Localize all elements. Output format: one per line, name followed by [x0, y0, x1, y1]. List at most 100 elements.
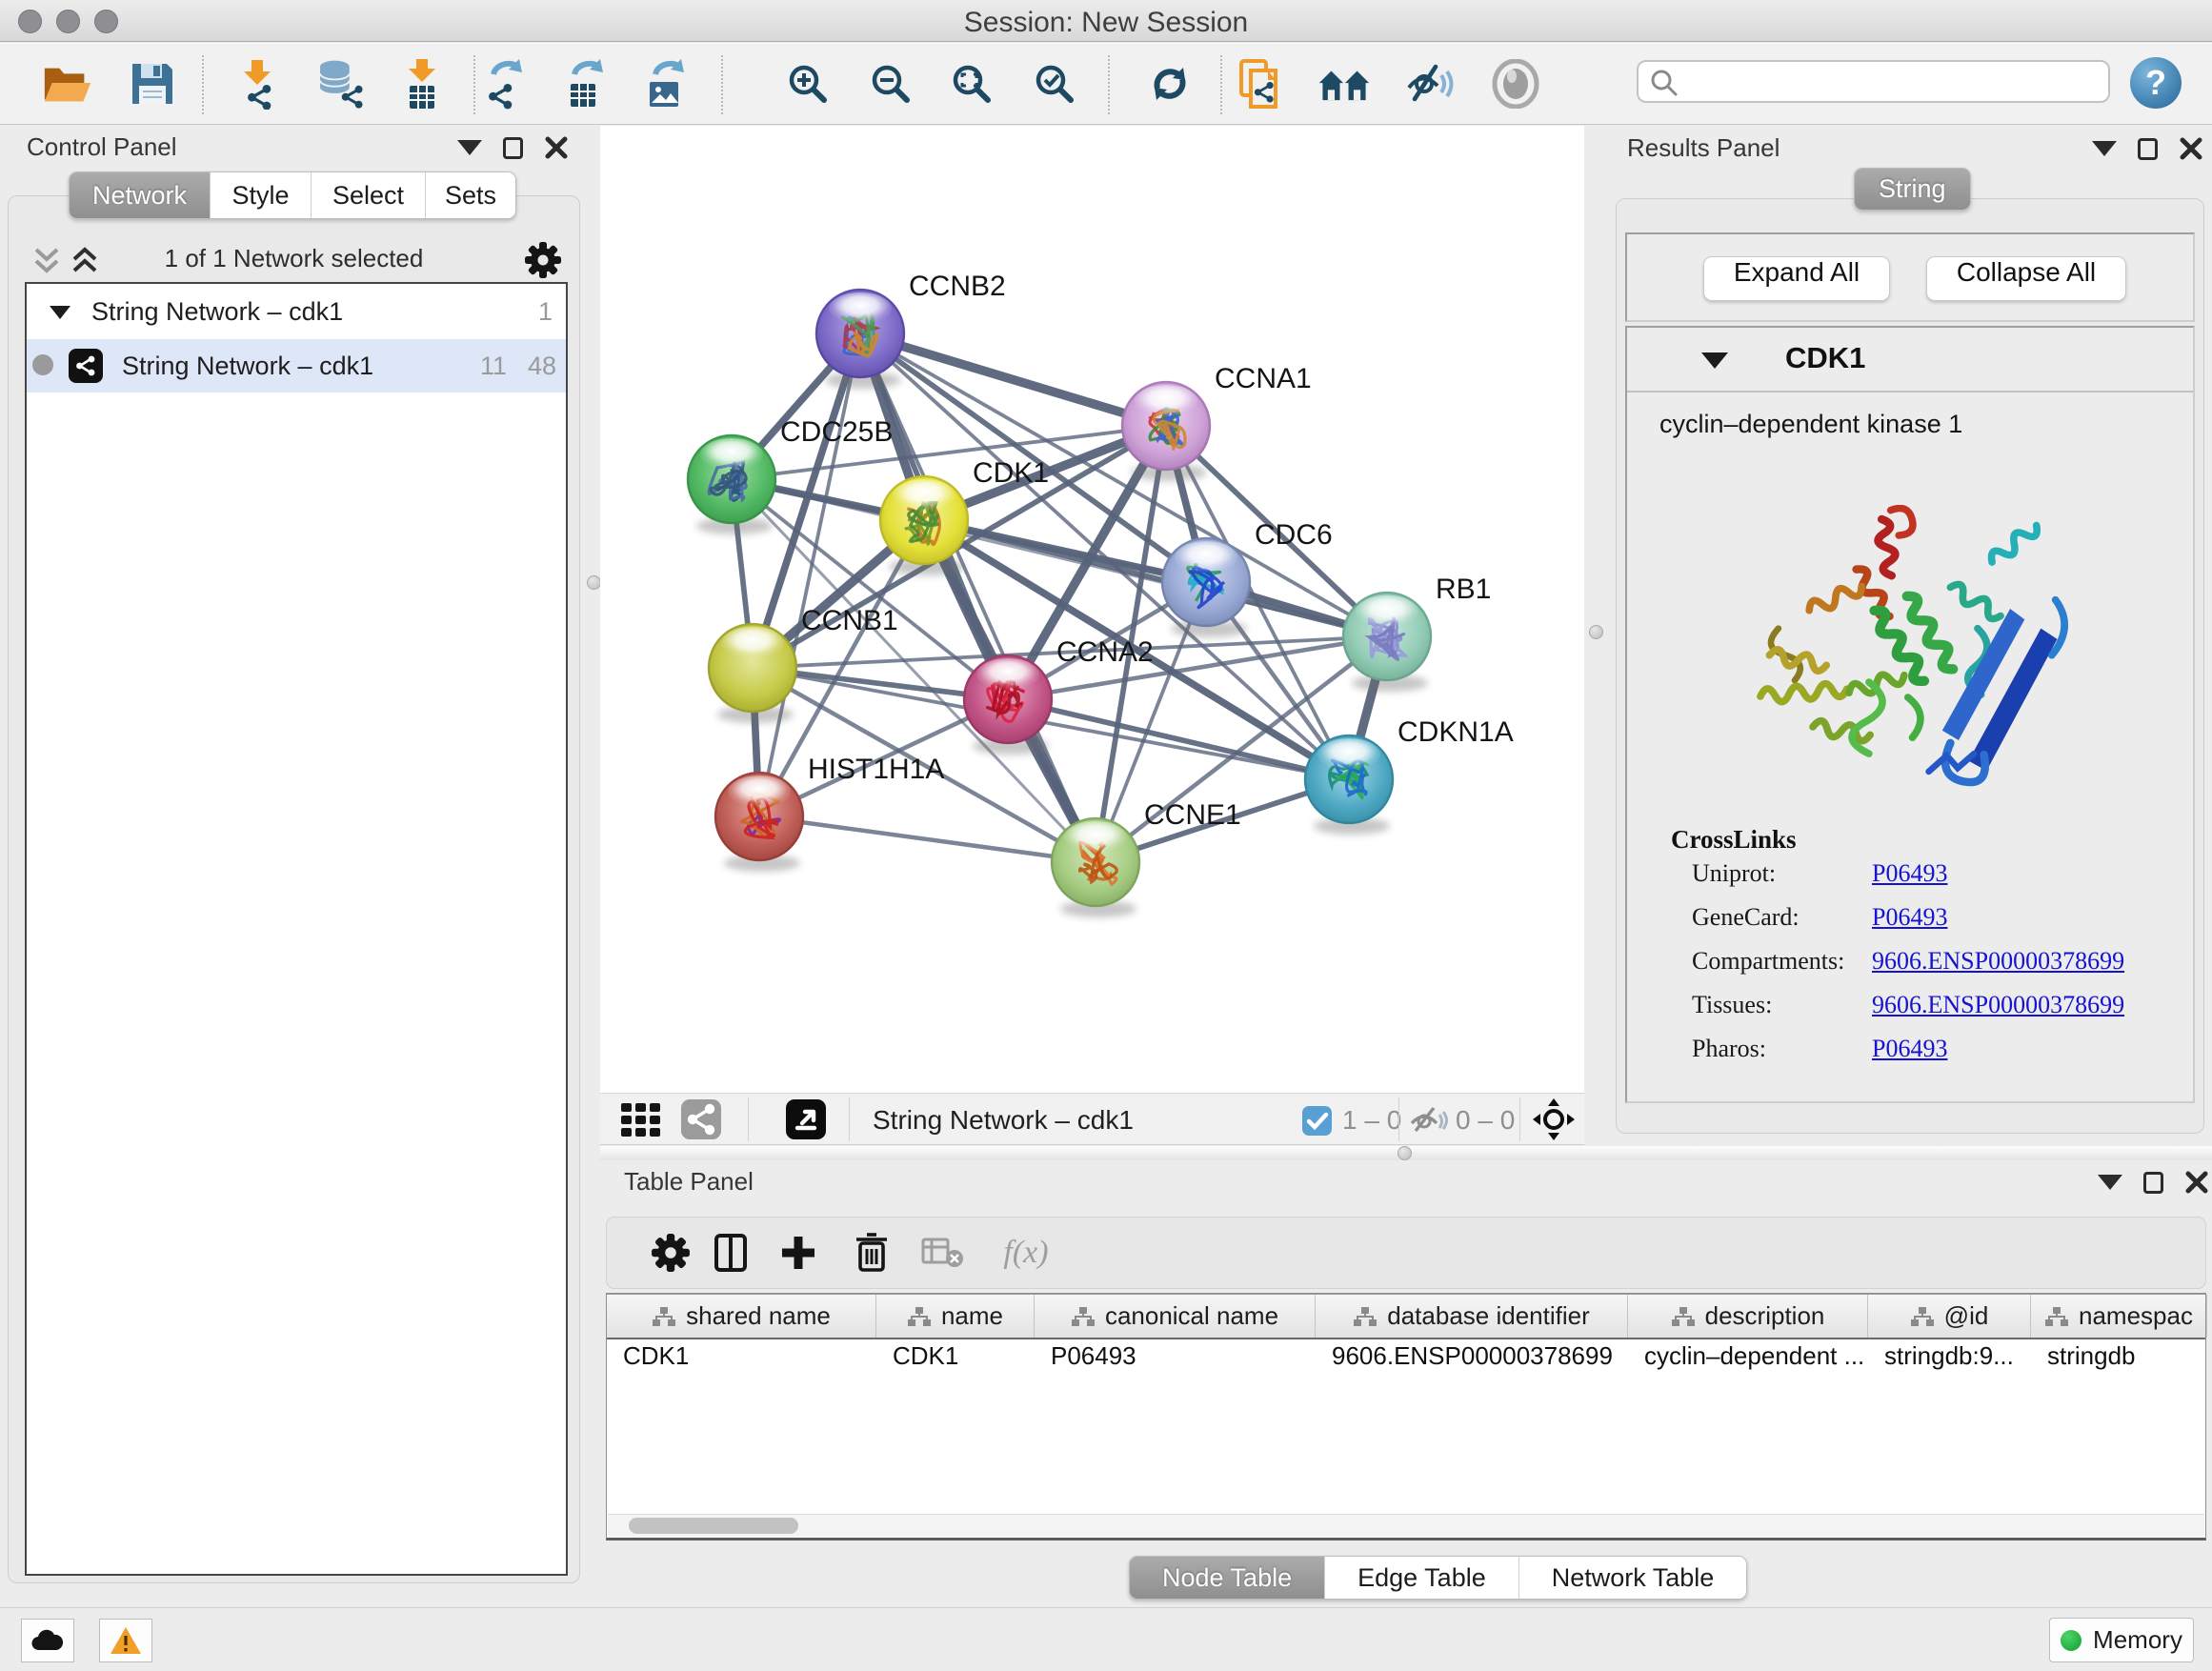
cell[interactable]: stringdb:9...: [1868, 1341, 2031, 1383]
refresh-icon[interactable]: [1143, 57, 1196, 111]
scrollbar-thumb[interactable]: [629, 1518, 798, 1534]
column-header--id[interactable]: @id: [1868, 1295, 2031, 1338]
panel-close-icon[interactable]: [544, 135, 569, 160]
edge-HIST1H1A-CCNE1[interactable]: [759, 816, 1096, 862]
tab-style[interactable]: Style: [210, 172, 311, 218]
memory-button[interactable]: Memory: [2049, 1618, 2194, 1662]
window-title: Session: New Session: [0, 7, 2212, 39]
cell[interactable]: CDK1: [876, 1341, 1035, 1383]
node-CCNE1[interactable]: CCNE1: [1051, 799, 1241, 917]
zoom-out-icon[interactable]: [864, 57, 917, 111]
help-button[interactable]: ?: [2130, 57, 2182, 109]
tree-root-count: 1: [538, 297, 553, 327]
crosslink-value-link[interactable]: P06493: [1872, 1035, 1947, 1063]
tab-select[interactable]: Select: [311, 172, 425, 218]
export-image-icon[interactable]: [640, 57, 694, 111]
results-close-icon[interactable]: [2179, 136, 2203, 161]
crosslink-value-link[interactable]: P06493: [1872, 903, 1947, 932]
results-collapse-icon[interactable]: [2092, 141, 2117, 156]
results-float-icon[interactable]: [2138, 138, 2158, 160]
preview-icon[interactable]: [1489, 57, 1542, 111]
bottom-splitter-handle[interactable]: [1398, 1146, 1412, 1160]
panel-collapse-icon[interactable]: [457, 140, 482, 155]
edge-CCNB2-CCNA1[interactable]: [860, 333, 1166, 426]
edge-CCNB2-HIST1H1A[interactable]: [759, 333, 860, 816]
column-header-description[interactable]: description: [1628, 1295, 1868, 1338]
table-settings-gear-icon[interactable]: [649, 1231, 693, 1275]
network-view[interactable]: CCNB2 CCNA1 CDC25B CDK1 CDC6 RB1: [600, 126, 1584, 1093]
results-entry-header[interactable]: CDK1: [1627, 328, 2193, 393]
table-float-icon[interactable]: [2143, 1172, 2163, 1194]
zoom-fit-icon[interactable]: [945, 57, 998, 111]
home-network-icon[interactable]: [1317, 57, 1371, 111]
save-session-icon[interactable]: [126, 57, 179, 111]
table-close-icon[interactable]: [2184, 1170, 2209, 1195]
collapse-all-button[interactable]: Collapse All: [1926, 256, 2126, 301]
fit-move-icon[interactable]: [1527, 1093, 1580, 1146]
export-network-icon[interactable]: [478, 57, 532, 111]
crosslink-value-link[interactable]: 9606.ENSP00000378699: [1872, 947, 2124, 976]
show-columns-icon[interactable]: [709, 1231, 753, 1275]
table-horizontal-scrollbar[interactable]: [608, 1514, 2204, 1537]
network-tree-root-row[interactable]: String Network – cdk1 1: [27, 286, 566, 339]
selected-checkbox-icon[interactable]: [1302, 1106, 1332, 1136]
function-builder-icon[interactable]: f(x): [988, 1231, 1064, 1275]
crosslink-value-link[interactable]: 9606.ENSP00000378699: [1872, 991, 2124, 1019]
export-view-icon[interactable]: [779, 1093, 833, 1146]
table-collapse-icon[interactable]: [2098, 1175, 2122, 1190]
import-table-icon[interactable]: [395, 57, 449, 111]
right-splitter-handle[interactable]: [1589, 625, 1603, 639]
import-database-icon[interactable]: [312, 57, 365, 111]
column-header-canonical-name[interactable]: canonical name: [1035, 1295, 1316, 1338]
cell[interactable]: cyclin–dependent ...: [1628, 1341, 1868, 1383]
options-gear-icon[interactable]: [524, 241, 562, 279]
node-CDKN1A[interactable]: CDKN1A: [1304, 716, 1514, 835]
delete-column-icon[interactable]: [850, 1231, 894, 1275]
left-splitter-handle[interactable]: [587, 575, 601, 590]
tab-edge-table[interactable]: Edge Table: [1324, 1557, 1518, 1599]
cloud-status-button[interactable]: [21, 1619, 74, 1662]
cell[interactable]: stringdb: [2031, 1341, 2207, 1383]
network-share-icon[interactable]: [674, 1093, 728, 1146]
node-label-CDC6: CDC6: [1255, 519, 1333, 551]
tree-expand-icon[interactable]: [48, 302, 72, 323]
tab-network-table[interactable]: Network Table: [1518, 1557, 1747, 1599]
node-HIST1H1A[interactable]: HIST1H1A: [714, 754, 944, 872]
crosslink-value-link[interactable]: P06493: [1872, 859, 1947, 888]
cell[interactable]: CDK1: [607, 1341, 876, 1383]
tab-network[interactable]: Network: [70, 172, 210, 218]
column-header-shared-name[interactable]: shared name: [607, 1295, 876, 1338]
warning-status-button[interactable]: [99, 1619, 152, 1662]
node-CDC25B[interactable]: CDC25B: [687, 416, 893, 534]
birdseye-grid-icon[interactable]: [614, 1093, 668, 1146]
delete-table-icon[interactable]: [921, 1231, 965, 1275]
cell[interactable]: 9606.ENSP00000378699: [1316, 1341, 1628, 1383]
tab-node-table[interactable]: Node Table: [1130, 1557, 1324, 1599]
add-column-icon[interactable]: [776, 1231, 820, 1275]
table-row[interactable]: CDK1CDK1P064939606.ENSP00000378699cyclin…: [607, 1341, 2205, 1383]
crosslink-row: Uniprot:P06493: [1692, 859, 1776, 888]
network-tree-child-row[interactable]: String Network – cdk1 11 48: [27, 339, 566, 393]
cell[interactable]: P06493: [1035, 1341, 1316, 1383]
results-tab-string[interactable]: String: [1854, 168, 1971, 211]
import-network-icon[interactable]: [231, 57, 284, 111]
entry-collapse-icon[interactable]: [1701, 352, 1728, 369]
copy-document-icon[interactable]: [1234, 57, 1287, 111]
search-box[interactable]: [1637, 60, 2110, 103]
expand-all-button[interactable]: Expand All: [1703, 256, 1890, 301]
node-CCNA1[interactable]: CCNA1: [1121, 363, 1312, 481]
tab-sets[interactable]: Sets: [425, 172, 515, 218]
column-header-name[interactable]: name: [876, 1295, 1035, 1338]
node-CDC6[interactable]: CDC6: [1161, 519, 1333, 637]
node-RB1[interactable]: RB1: [1342, 574, 1491, 692]
hidden-eye-icon[interactable]: [1406, 1093, 1448, 1146]
column-header-namespac[interactable]: namespac: [2031, 1295, 2207, 1338]
hide-panel-icon[interactable]: [1403, 57, 1457, 111]
zoom-selected-icon[interactable]: [1028, 57, 1081, 111]
panel-float-icon[interactable]: [503, 137, 523, 159]
search-input[interactable]: [1682, 64, 2101, 98]
open-session-icon[interactable]: [41, 57, 94, 111]
zoom-in-icon[interactable]: [781, 57, 835, 111]
export-table-icon[interactable]: [559, 57, 613, 111]
column-header-database-identifier[interactable]: database identifier: [1316, 1295, 1628, 1338]
